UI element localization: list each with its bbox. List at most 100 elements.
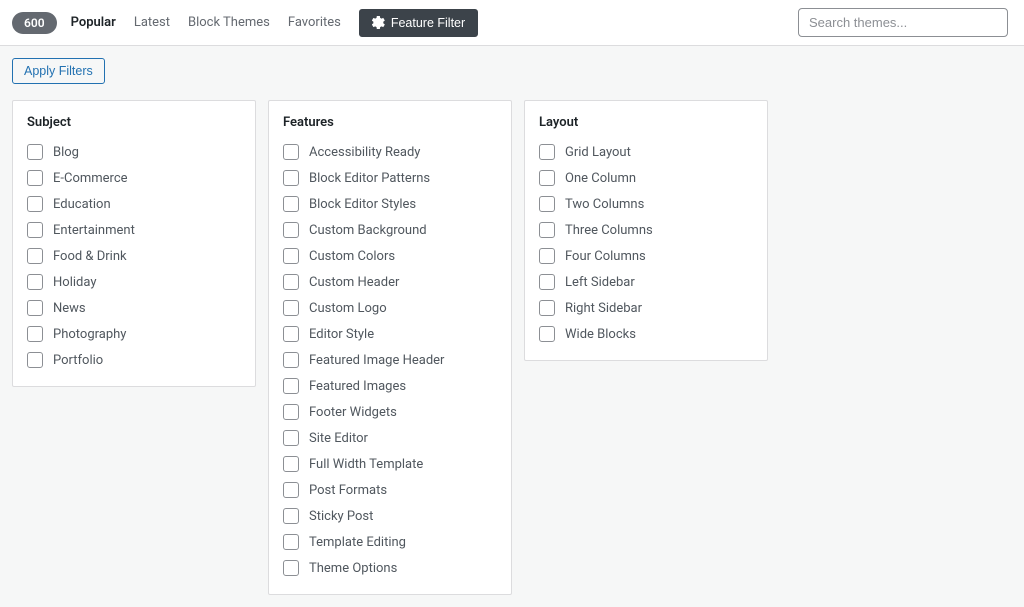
checkbox[interactable]	[27, 352, 43, 368]
filter-checkbox-item[interactable]: Site Editor	[283, 430, 497, 446]
filter-checkbox-item[interactable]: Footer Widgets	[283, 404, 497, 420]
filter-checkbox-item[interactable]: Editor Style	[283, 326, 497, 342]
filter-checkbox-item[interactable]: Theme Options	[283, 560, 497, 576]
checkbox[interactable]	[27, 222, 43, 238]
checkbox[interactable]	[283, 482, 299, 498]
filter-checkbox-item[interactable]: Entertainment	[27, 222, 241, 238]
filter-checkbox-item[interactable]: Two Columns	[539, 196, 753, 212]
checkbox[interactable]	[539, 248, 555, 264]
filter-checkbox-item[interactable]: Three Columns	[539, 222, 753, 238]
filter-item-label: E-Commerce	[53, 171, 128, 186]
filter-item-label: Editor Style	[309, 327, 374, 342]
tab-latest[interactable]: Latest	[134, 11, 170, 34]
filter-checkbox-item[interactable]: Education	[27, 196, 241, 212]
filter-checkbox-item[interactable]: E-Commerce	[27, 170, 241, 186]
filter-checkbox-item[interactable]: Featured Image Header	[283, 352, 497, 368]
checkbox[interactable]	[283, 508, 299, 524]
feature-filter-button[interactable]: Feature Filter	[359, 9, 478, 37]
filter-column-features: Features Accessibility Ready Block Editor…	[268, 100, 512, 595]
filter-checkbox-item[interactable]: Portfolio	[27, 352, 241, 368]
filter-checkbox-item[interactable]: One Column	[539, 170, 753, 186]
filter-item-label: One Column	[565, 171, 636, 186]
search-input[interactable]	[798, 8, 1008, 37]
filter-checkbox-item[interactable]: Featured Images	[283, 378, 497, 394]
checkbox[interactable]	[539, 170, 555, 186]
filter-checkbox-item[interactable]: Accessibility Ready	[283, 144, 497, 160]
checkbox[interactable]	[283, 378, 299, 394]
feature-filter-panel: Apply Filters Subject BlogE-CommerceEduc…	[0, 45, 1024, 607]
checkbox[interactable]	[539, 274, 555, 290]
filter-item-label: Full Width Template	[309, 457, 423, 472]
filter-checkbox-item[interactable]: Blog	[27, 144, 241, 160]
checkbox[interactable]	[283, 222, 299, 238]
checkbox[interactable]	[283, 274, 299, 290]
filter-checkbox-item[interactable]: Custom Header	[283, 274, 497, 290]
tab-block-themes[interactable]: Block Themes	[188, 11, 270, 34]
filter-item-label: Four Columns	[565, 249, 646, 264]
checkbox[interactable]	[283, 144, 299, 160]
filter-column-title: Layout	[539, 115, 753, 130]
checkbox[interactable]	[539, 326, 555, 342]
filter-columns: Subject BlogE-CommerceEducationEntertain…	[12, 100, 1012, 595]
checkbox[interactable]	[27, 326, 43, 342]
checkbox[interactable]	[283, 352, 299, 368]
filter-item-label: Portfolio	[53, 353, 103, 368]
filter-item-label: Custom Header	[309, 275, 399, 290]
filter-checkbox-item[interactable]: Holiday	[27, 274, 241, 290]
checkbox[interactable]	[283, 430, 299, 446]
filter-checkbox-item[interactable]: Four Columns	[539, 248, 753, 264]
filter-checkbox-item[interactable]: News	[27, 300, 241, 316]
filter-items: Accessibility Ready Block Editor Patterns…	[283, 144, 497, 576]
filter-item-label: Entertainment	[53, 223, 135, 238]
filter-checkbox-item[interactable]: Grid Layout	[539, 144, 753, 160]
checkbox[interactable]	[283, 326, 299, 342]
filter-item-label: News	[53, 301, 86, 316]
filter-checkbox-item[interactable]: Food & Drink	[27, 248, 241, 264]
checkbox[interactable]	[539, 222, 555, 238]
checkbox[interactable]	[283, 248, 299, 264]
tab-popular[interactable]: Popular	[71, 11, 116, 34]
filter-item-label: Block Editor Styles	[309, 197, 416, 212]
tab-favorites[interactable]: Favorites	[288, 11, 341, 34]
checkbox[interactable]	[539, 196, 555, 212]
checkbox[interactable]	[283, 196, 299, 212]
filter-checkbox-item[interactable]: Left Sidebar	[539, 274, 753, 290]
checkbox[interactable]	[27, 170, 43, 186]
filter-checkbox-item[interactable]: Template Editing	[283, 534, 497, 550]
checkbox[interactable]	[283, 404, 299, 420]
checkbox[interactable]	[283, 534, 299, 550]
checkbox[interactable]	[283, 560, 299, 576]
checkbox[interactable]	[283, 456, 299, 472]
filter-checkbox-item[interactable]: Block Editor Patterns	[283, 170, 497, 186]
checkbox[interactable]	[539, 300, 555, 316]
checkbox[interactable]	[283, 300, 299, 316]
filter-item-label: Wide Blocks	[565, 327, 636, 342]
checkbox[interactable]	[27, 248, 43, 264]
filter-checkbox-item[interactable]: Right Sidebar	[539, 300, 753, 316]
filter-checkbox-item[interactable]: Full Width Template	[283, 456, 497, 472]
filter-checkbox-item[interactable]: Sticky Post	[283, 508, 497, 524]
filter-items: Blog E-Commerce Education Entertainment Food…	[27, 144, 241, 368]
filter-checkbox-item[interactable]: Wide Blocks	[539, 326, 753, 342]
checkbox[interactable]	[283, 170, 299, 186]
filter-item-label: Food & Drink	[53, 249, 127, 264]
filter-item-label: Block Editor Patterns	[309, 171, 430, 186]
filter-checkbox-item[interactable]: Post Formats	[283, 482, 497, 498]
filter-item-label: Custom Background	[309, 223, 427, 238]
filter-column-layout: Layout Grid Layout One Column Two Columns T…	[524, 100, 768, 361]
checkbox[interactable]	[27, 274, 43, 290]
checkbox[interactable]	[539, 144, 555, 160]
checkbox[interactable]	[27, 300, 43, 316]
theme-count-pill: 600	[12, 12, 57, 34]
apply-filters-button[interactable]: Apply Filters	[12, 58, 105, 84]
filter-column-title: Features	[283, 115, 497, 130]
filter-checkbox-item[interactable]: Block Editor Styles	[283, 196, 497, 212]
filter-checkbox-item[interactable]: Custom Background	[283, 222, 497, 238]
filter-checkbox-item[interactable]: Photography	[27, 326, 241, 342]
filter-checkbox-item[interactable]: Custom Colors	[283, 248, 497, 264]
checkbox[interactable]	[27, 196, 43, 212]
filter-item-label: Three Columns	[565, 223, 653, 238]
filter-item-label: Custom Logo	[309, 301, 387, 316]
filter-checkbox-item[interactable]: Custom Logo	[283, 300, 497, 316]
checkbox[interactable]	[27, 144, 43, 160]
